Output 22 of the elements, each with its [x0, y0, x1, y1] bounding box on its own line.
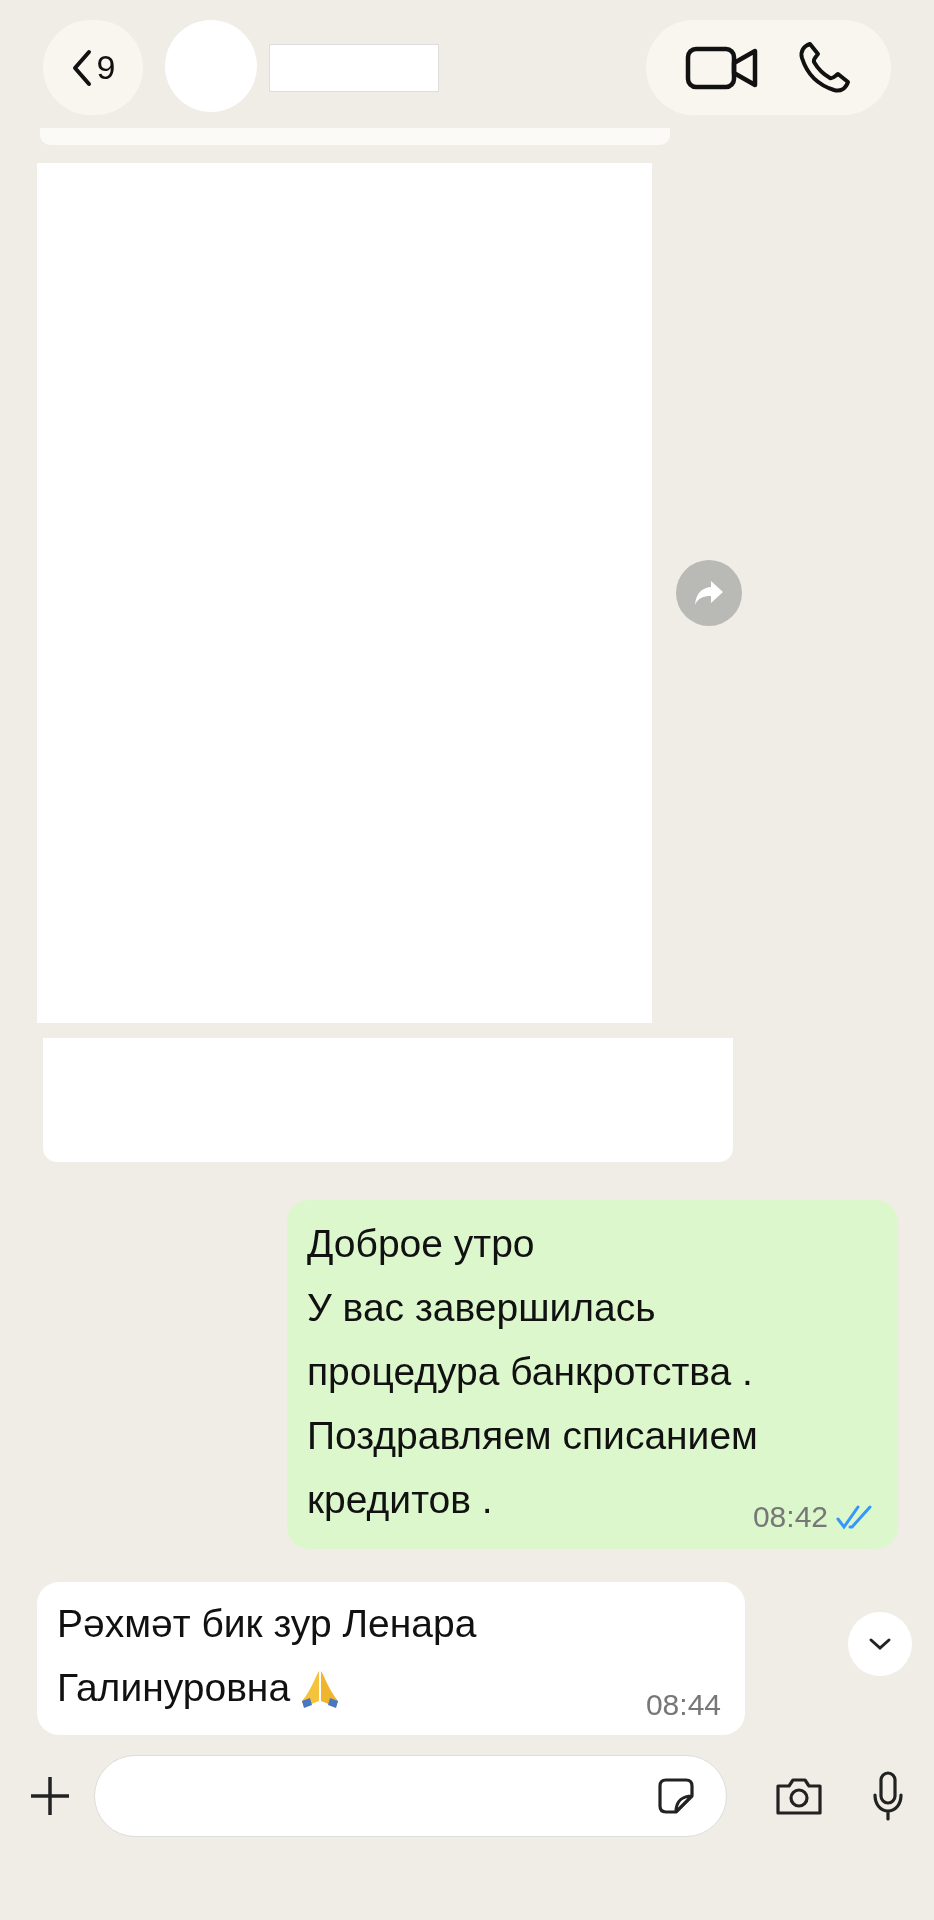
message-text: Доброе утро [307, 1221, 535, 1267]
message-text: Галинуровна [57, 1665, 291, 1711]
plus-icon [28, 1774, 72, 1818]
add-button[interactable] [28, 1774, 72, 1818]
camera-icon [774, 1776, 824, 1816]
share-arrow-icon [693, 579, 725, 607]
voice-call-button[interactable] [796, 39, 853, 96]
message-text: кредитов . [307, 1477, 493, 1523]
message-text: Поздравляем списанием [307, 1413, 758, 1459]
message-text: процедура банкротства . [307, 1349, 753, 1395]
message-time: 08:42 [752, 1499, 828, 1535]
back-button[interactable]: 9 [43, 20, 143, 115]
message-text: У вас завершилась [307, 1285, 656, 1331]
chevron-left-icon [70, 48, 93, 87]
microphone-button[interactable] [872, 1771, 904, 1821]
sticker-icon[interactable] [656, 1776, 696, 1816]
phone-icon [796, 39, 853, 96]
message-time: 08:44 [645, 1687, 721, 1723]
message-text: Рәхмәт бик зур Ленара [57, 1601, 477, 1647]
chevron-down-icon [868, 1637, 892, 1651]
microphone-icon [872, 1771, 904, 1821]
camera-button[interactable] [774, 1776, 824, 1816]
